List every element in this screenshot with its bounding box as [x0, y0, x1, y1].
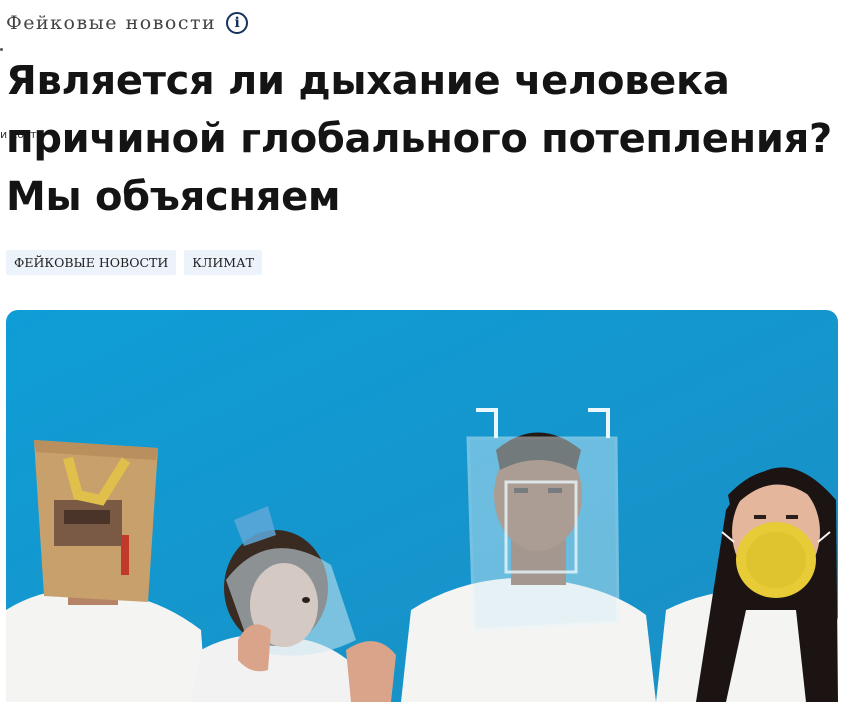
hero-photo-illustration — [6, 310, 838, 702]
category-link[interactable]: Фейковые новости — [6, 12, 216, 34]
tag-climate[interactable]: КЛИМАТ — [184, 250, 262, 275]
category-row: Фейковые новости i — [6, 12, 249, 34]
stray-dot — [0, 48, 3, 51]
article-headline: Является ли дыхание человека причиной гл… — [6, 58, 832, 220]
info-icon[interactable]: i — [226, 12, 249, 34]
hero-image — [6, 310, 838, 702]
tag-list: ФЕЙКОВЫЕ НОВОСТИ КЛИМАТ — [6, 250, 262, 275]
tag-fake-news[interactable]: ФЕЙКОВЫЕ НОВОСТИ — [6, 250, 177, 275]
